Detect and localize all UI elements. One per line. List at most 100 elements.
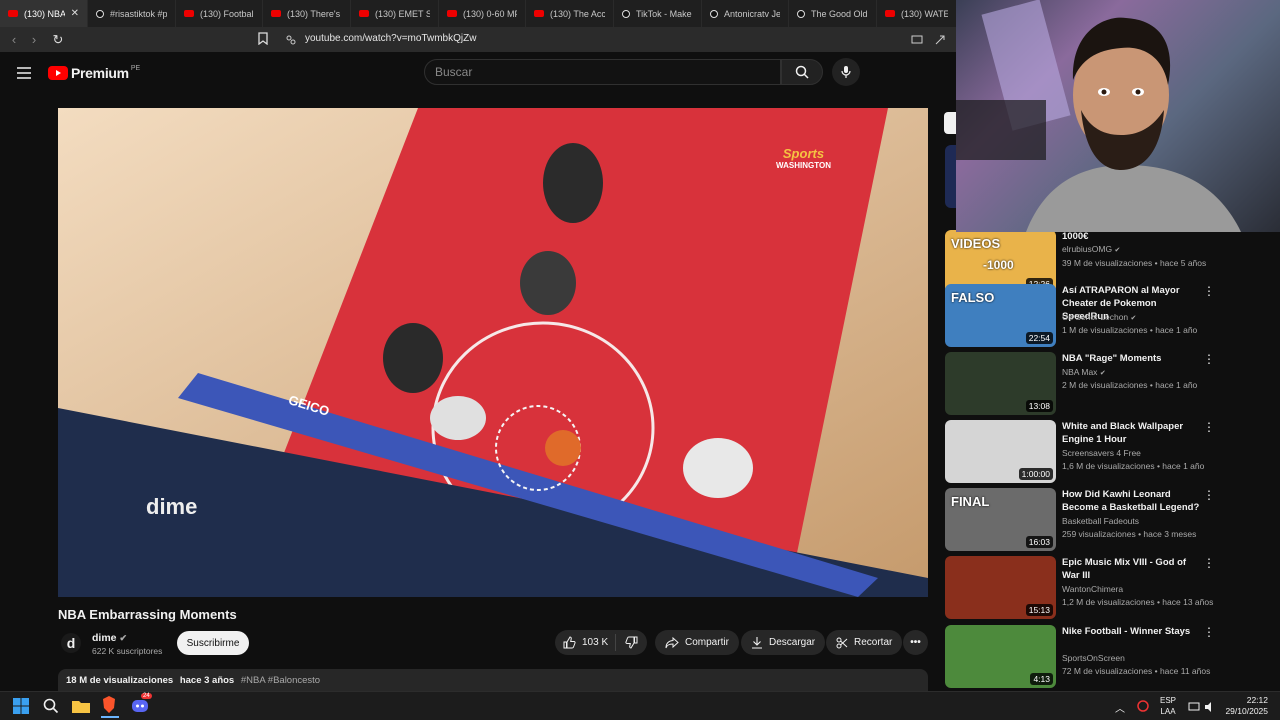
bookmark-icon[interactable] [258, 32, 270, 46]
recommendation-channel[interactable]: Screensavers 4 Free [1062, 448, 1141, 458]
recommendation-title[interactable]: Epic Music Mix VIII - God of War III [1062, 556, 1202, 582]
browser-tab[interactable]: (130) There's N [263, 0, 351, 27]
browser-tab[interactable]: #risastiktok #p [88, 0, 176, 27]
subscribe-button[interactable]: Suscribirme [177, 631, 249, 655]
browser-tab[interactable]: (130) WATERSI [877, 0, 956, 27]
tiktok-favicon-icon [710, 9, 718, 18]
video-duration: 15:13 [1025, 604, 1053, 616]
recommendation-title[interactable]: NBA "Rage" Moments [1062, 352, 1202, 365]
cast-icon[interactable] [911, 33, 923, 45]
recommendation-channel[interactable]: Basketball Fadeouts [1062, 516, 1139, 526]
recommendation-thumbnail[interactable]: FALSO 22:54 [945, 284, 1056, 347]
channel-name[interactable]: dime ✔ [92, 632, 127, 644]
chevron-up-icon[interactable]: ︿ [1115, 700, 1125, 715]
streamer-webcam [956, 0, 1241, 232]
view-count: 18 M de visualizaciones [66, 675, 174, 686]
recommendation-channel-name: Screensavers 4 Free [1062, 448, 1141, 458]
input-language[interactable]: ESP LAA [1160, 695, 1176, 717]
browser-tab[interactable]: Antonicratv Je [702, 0, 789, 27]
recommendation-channel[interactable]: elrubiusOMG ✔ [1062, 244, 1120, 254]
browser-tab-label: TikTok - Make Y [636, 8, 693, 19]
recommendation-title[interactable]: White and Black Wallpaper Engine 1 Hour [1062, 420, 1202, 446]
search-button[interactable] [781, 59, 823, 85]
recommendation-title[interactable]: How Did Kawhi Leonard Become a Basketbal… [1062, 488, 1202, 514]
more-options-icon[interactable]: ⋮ [1203, 284, 1215, 298]
browser-tab[interactable]: (130) NBA ✕ [0, 0, 88, 27]
recommendation-meta: 2 M de visualizaciones • hace 1 año [1062, 380, 1198, 390]
more-options-icon[interactable]: ⋮ [1203, 625, 1215, 639]
share-button[interactable]: Compartir [655, 630, 739, 655]
description-box[interactable]: 18 M de visualizaciones hace 3 años #NBA… [58, 669, 928, 693]
recommendation-item[interactable]: 13:08 NBA "Rage" Moments NBA Max ✔ 2 M de v… [945, 352, 1275, 416]
brave-browser-icon[interactable] [101, 696, 119, 718]
recommendation-thumbnail[interactable]: 13:08 [945, 352, 1056, 415]
browser-tab-label: (130) The Accu [550, 8, 605, 19]
recommendation-channel[interactable]: WantonChimera [1062, 584, 1123, 594]
hashtags[interactable]: #NBA #Baloncesto [241, 675, 320, 686]
webcam-overlay [956, 0, 1280, 232]
youtube-favicon-icon [885, 10, 895, 17]
download-icon [752, 637, 762, 649]
video-frame [58, 108, 928, 597]
browser-tab[interactable]: (130) EMET SE [351, 0, 439, 27]
download-button[interactable]: Descargar [741, 630, 826, 655]
recommendation-thumbnail[interactable]: 1:00:00 [945, 420, 1056, 483]
address-bar[interactable]: youtube.com/watch?v=moTwmbkQjZw [305, 33, 476, 44]
reload-icon[interactable]: ↻ [48, 30, 68, 50]
browser-tab[interactable]: (130) Football F [176, 0, 263, 27]
more-options-icon[interactable]: ⋮ [1203, 420, 1215, 434]
video-player[interactable]: dime Sports WASHINGTON GEICO [58, 108, 928, 597]
browser-tab[interactable]: TikTok - Make Y [614, 0, 702, 27]
menu-icon[interactable] [17, 66, 31, 84]
volume-icon[interactable] [1204, 700, 1216, 718]
more-options-icon[interactable]: ⋮ [1203, 556, 1215, 570]
recommendation-thumbnail[interactable]: 4:13 [945, 625, 1056, 688]
verified-icon: ✔ [1114, 247, 1121, 254]
taskbar-search-icon[interactable] [43, 698, 59, 719]
recommendation-item[interactable]: 4:13 Nike Football - Winner Stays SportsOn… [945, 625, 1275, 689]
system-clock[interactable]: 22:12 29/10/2025 [1225, 695, 1268, 717]
more-options-icon[interactable]: ⋮ [1203, 352, 1215, 366]
voice-search-button[interactable] [832, 58, 860, 86]
back-icon[interactable]: ‹ [4, 30, 24, 50]
like-button[interactable]: 103 K [563, 634, 616, 651]
filter-chip[interactable] [944, 112, 956, 134]
forward-icon[interactable]: › [24, 30, 44, 50]
recommendation-title[interactable]: Nike Football - Winner Stays [1062, 625, 1202, 638]
browser-tab-label: (130) WATERSI [901, 8, 948, 19]
browser-tab[interactable]: (130) The Accu [526, 0, 614, 27]
dislike-button[interactable] [616, 636, 647, 649]
recommendation-item[interactable]: 1:00:00 White and Black Wallpaper Engine … [945, 420, 1275, 484]
close-tab-icon[interactable]: ✕ [71, 8, 79, 19]
youtube-favicon-icon [8, 10, 18, 17]
channel-avatar[interactable]: d [61, 633, 81, 653]
search-input[interactable]: Buscar [424, 59, 781, 85]
more-actions-button[interactable]: ••• [903, 630, 928, 655]
recommendation-channel[interactable]: NBA Max ✔ [1062, 367, 1106, 377]
browser-tab[interactable]: The Good Old [789, 0, 877, 27]
recommendation-item[interactable]: FALSO 22:54 Así ATRAPARON al Mayor Cheater… [945, 284, 1275, 348]
browser-tab[interactable]: (130) 0-60 MPH [439, 0, 526, 27]
recommendation-thumbnail[interactable]: FINAL 16:03 [945, 488, 1056, 551]
share-page-icon[interactable] [934, 33, 946, 45]
youtube-favicon-icon [271, 10, 281, 17]
recommendation-channel[interactable]: SportsOnScreen [1062, 653, 1125, 663]
recommendation-thumbnail[interactable]: 15:13 [945, 556, 1056, 619]
logo-text: Premium [71, 65, 129, 81]
network-icon[interactable] [1188, 700, 1200, 718]
browser-tab-label: (130) Football F [200, 8, 254, 19]
more-options-icon[interactable]: ⋮ [1203, 488, 1215, 502]
youtube-logo[interactable]: Premium PE [48, 65, 140, 81]
clip-button[interactable]: Recortar [826, 630, 903, 655]
windows-start-icon[interactable] [13, 698, 29, 719]
discord-icon[interactable]: 24 [131, 693, 152, 719]
sync-icon[interactable] [1136, 699, 1150, 718]
clock-date: 29/10/2025 [1225, 706, 1268, 716]
recommendation-channel[interactable]: Un Señor Lechon ✔ [1062, 312, 1136, 322]
youtube-favicon-icon [184, 10, 194, 17]
recommendation-item[interactable]: 15:13 Epic Music Mix VIII - God of War II… [945, 556, 1275, 620]
file-explorer-icon[interactable] [72, 698, 90, 719]
recommendation-item[interactable]: FINAL 16:03 How Did Kawhi Leonard Become a… [945, 488, 1275, 552]
recommendation-thumbnail-partial[interactable] [945, 145, 956, 208]
site-info-icon[interactable] [285, 33, 297, 45]
